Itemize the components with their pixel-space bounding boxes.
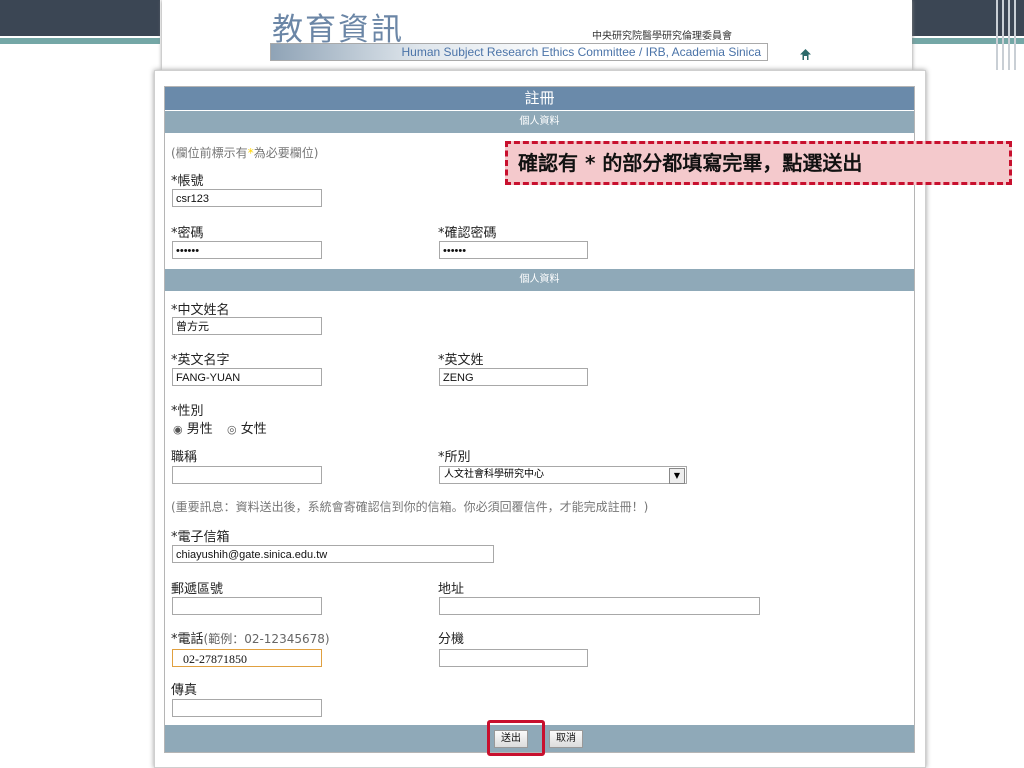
fax-label: 傳真 <box>171 683 198 698</box>
home-icon[interactable] <box>799 48 812 65</box>
phone-label: *電話(範例：02-12345678) <box>171 632 330 647</box>
chinese-name-label: *中文姓名 <box>171 303 230 318</box>
institute-select[interactable]: 人文社會科學研究中心 ▼ <box>439 466 687 484</box>
extension-label: 分機 <box>438 632 465 647</box>
gender-male-radio[interactable]: ◉ 男性 <box>173 418 213 437</box>
required-note: (欄位前標示有*為必要欄位) <box>171 146 319 160</box>
english-first-name-input[interactable]: FANG-YUAN <box>172 368 322 386</box>
important-note: (重要訊息：資料送出後，系統會寄確認信到你的信箱。你必須回覆信件，才能完成註冊！… <box>171 500 649 514</box>
job-title-label: 職稱 <box>171 450 198 465</box>
english-last-name-input[interactable]: ZENG <box>439 368 588 386</box>
site-subtitle: Human Subject Research Ethics Committee … <box>401 45 761 59</box>
email-input[interactable]: chiayushih@gate.sinica.edu.tw <box>172 545 494 563</box>
instruction-callout: 確認有 * 的部分都填寫完畢，點選送出 <box>505 141 1012 185</box>
email-label: *電子信箱 <box>171 530 230 545</box>
gender-label: *性別 <box>171 404 204 419</box>
postal-code-label: 郵遞區號 <box>171 582 224 597</box>
slide-decoration-stripe <box>0 38 160 44</box>
radio-selected-icon: ◉ <box>173 423 183 436</box>
confirm-password-input[interactable]: •••••• <box>439 241 588 259</box>
address-label: 地址 <box>438 582 465 597</box>
gender-female-radio[interactable]: ◎ 女性 <box>227 418 267 437</box>
radio-empty-icon: ◎ <box>227 423 237 436</box>
site-header: 教育資訊 中央研究院醫學研究倫理委員會 Human Subject Resear… <box>162 0 912 70</box>
submit-highlight-box <box>487 720 545 756</box>
address-input[interactable] <box>439 597 760 615</box>
cancel-button[interactable]: 取消 <box>549 730 583 748</box>
extension-input[interactable] <box>439 649 588 667</box>
slide-decoration-bar <box>0 0 160 36</box>
institute-label: *所別 <box>438 450 471 465</box>
registration-form: 註冊 個人資料 (欄位前標示有*為必要欄位) *帳號 csr123 *密碼 ••… <box>164 86 915 756</box>
phone-input[interactable]: 02-27871850 <box>172 649 322 667</box>
institute-selected-value: 人文社會科學研究中心 <box>444 469 544 480</box>
section-header-personal-2: 個人資料 <box>165 269 914 291</box>
postal-code-input[interactable] <box>172 597 322 615</box>
english-last-name-label: *英文姓 <box>438 353 484 368</box>
phone-format-hint: (範例：02-12345678) <box>203 632 330 646</box>
subtitle-banner: Human Subject Research Ethics Committee … <box>270 43 768 61</box>
section-header-personal: 個人資料 <box>165 111 914 133</box>
account-input[interactable]: csr123 <box>172 189 322 207</box>
organization-name: 中央研究院醫學研究倫理委員會 <box>592 31 732 42</box>
account-label: *帳號 <box>171 174 204 189</box>
slide-decoration-lines <box>992 0 1024 70</box>
confirm-password-label: *確認密碼 <box>438 226 497 241</box>
dropdown-arrow-icon[interactable]: ▼ <box>669 468 685 484</box>
fax-input[interactable] <box>172 699 322 717</box>
form-title: 註冊 <box>165 87 914 110</box>
chinese-name-input[interactable]: 曾方元 <box>172 317 322 335</box>
password-label: *密碼 <box>171 226 204 241</box>
password-input[interactable]: •••••• <box>172 241 322 259</box>
english-first-name-label: *英文名字 <box>171 353 230 368</box>
job-title-input[interactable] <box>172 466 322 484</box>
